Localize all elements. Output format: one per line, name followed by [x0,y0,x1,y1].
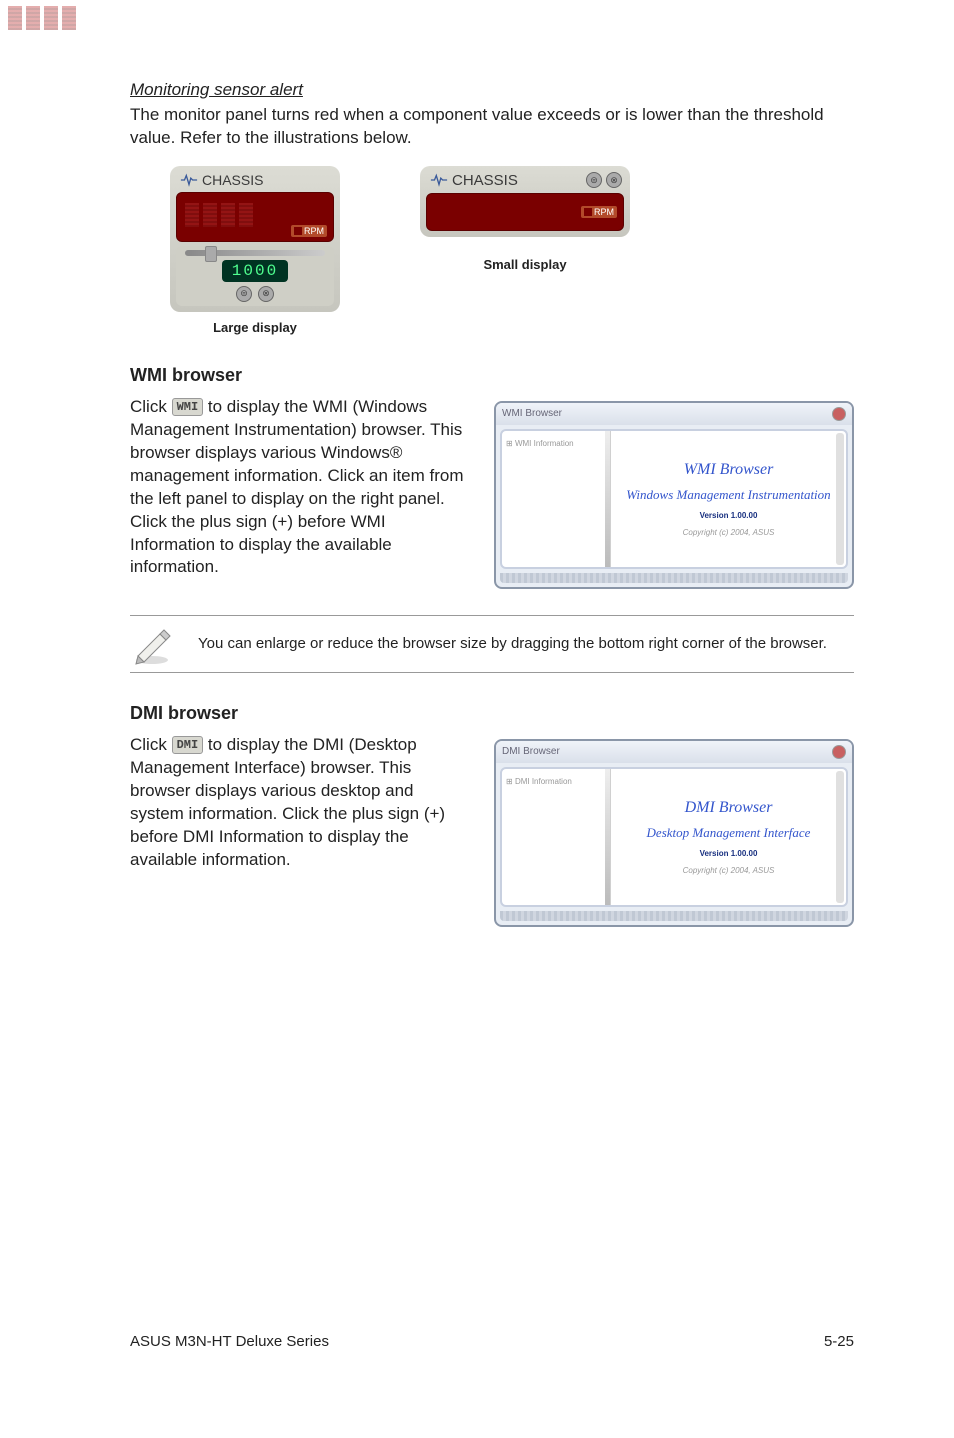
wmi-browser-window: WMI Browser ⊞ WMI Information WMI Browse… [494,401,854,589]
threshold-slider[interactable] [185,250,325,256]
display-comparison: CHASSIS RPM 1000 ⊜ ⊗ Lar [170,166,854,335]
page-footer: ASUS M3N-HT Deluxe Series 5-25 [130,1333,854,1350]
chassis-large-label: CHASSIS [202,172,263,188]
footer-left: ASUS M3N-HT Deluxe Series [130,1333,329,1350]
footer-right: 5-25 [824,1333,854,1350]
dmi-tree[interactable]: ⊞ DMI Information [502,769,611,905]
note-icon [130,622,174,666]
dmi-window-title: DMI Browser [502,746,560,757]
close-icon[interactable]: ⊗ [258,286,274,302]
dmi-heading: DMI browser [130,703,854,724]
dmi-version: Version 1.00.00 [700,849,758,858]
pulse-icon [180,173,198,187]
large-display-caption: Large display [213,320,297,335]
small-display-caption: Small display [483,257,566,272]
monitoring-alert-body: The monitor panel turns red when a compo… [130,104,854,150]
settings-icon[interactable]: ⊜ [236,286,252,302]
dmi-panel-subtitle: Desktop Management Interface [647,825,811,841]
wmi-panel-title: WMI Browser [684,461,774,479]
close-icon[interactable] [832,407,846,421]
wmi-version: Version 1.00.00 [700,511,758,520]
resize-grip[interactable] [500,911,848,921]
resize-grip[interactable] [500,573,848,583]
threshold-value: 1000 [222,260,288,282]
rpm-badge: RPM [581,206,617,218]
rpm-badge: RPM [291,225,327,237]
small-lcd: RPM [426,193,624,231]
dmi-panel-title: DMI Browser [685,799,773,817]
dmi-copyright: Copyright (c) 2004, ASUS [683,866,775,875]
wmi-body: Click WMI to display the WMI (Windows Ma… [130,396,464,580]
large-lcd: RPM [176,192,334,242]
note-text: You can enlarge or reduce the browser si… [198,634,827,654]
close-icon[interactable]: ⊗ [606,172,622,188]
monitoring-alert-title: Monitoring sensor alert [130,80,854,100]
close-icon[interactable] [832,745,846,759]
wmi-tree[interactable]: ⊞ WMI Information [502,431,611,567]
chassis-large-widget: CHASSIS RPM 1000 ⊜ ⊗ [170,166,340,312]
pulse-icon [430,173,448,187]
settings-icon[interactable]: ⊜ [586,172,602,188]
chassis-small-label: CHASSIS [452,172,518,189]
chassis-small-widget: CHASSIS ⊜ ⊗ RPM [420,166,630,237]
dmi-button[interactable]: DMI [172,736,204,754]
wmi-button[interactable]: WMI [172,398,204,416]
wmi-heading: WMI browser [130,365,854,386]
dmi-browser-window: DMI Browser ⊞ DMI Information DMI Browse… [494,739,854,927]
dmi-body: Click DMI to display the DMI (Desktop Ma… [130,734,464,872]
wmi-window-title: WMI Browser [502,408,562,419]
wmi-panel-subtitle: Windows Management Instrumentation [626,487,830,503]
wmi-copyright: Copyright (c) 2004, ASUS [683,528,775,537]
dmi-main-panel: DMI Browser Desktop Management Interface… [611,769,846,905]
note-block: You can enlarge or reduce the browser si… [130,615,854,673]
wmi-main-panel: WMI Browser Windows Management Instrumen… [611,431,846,567]
